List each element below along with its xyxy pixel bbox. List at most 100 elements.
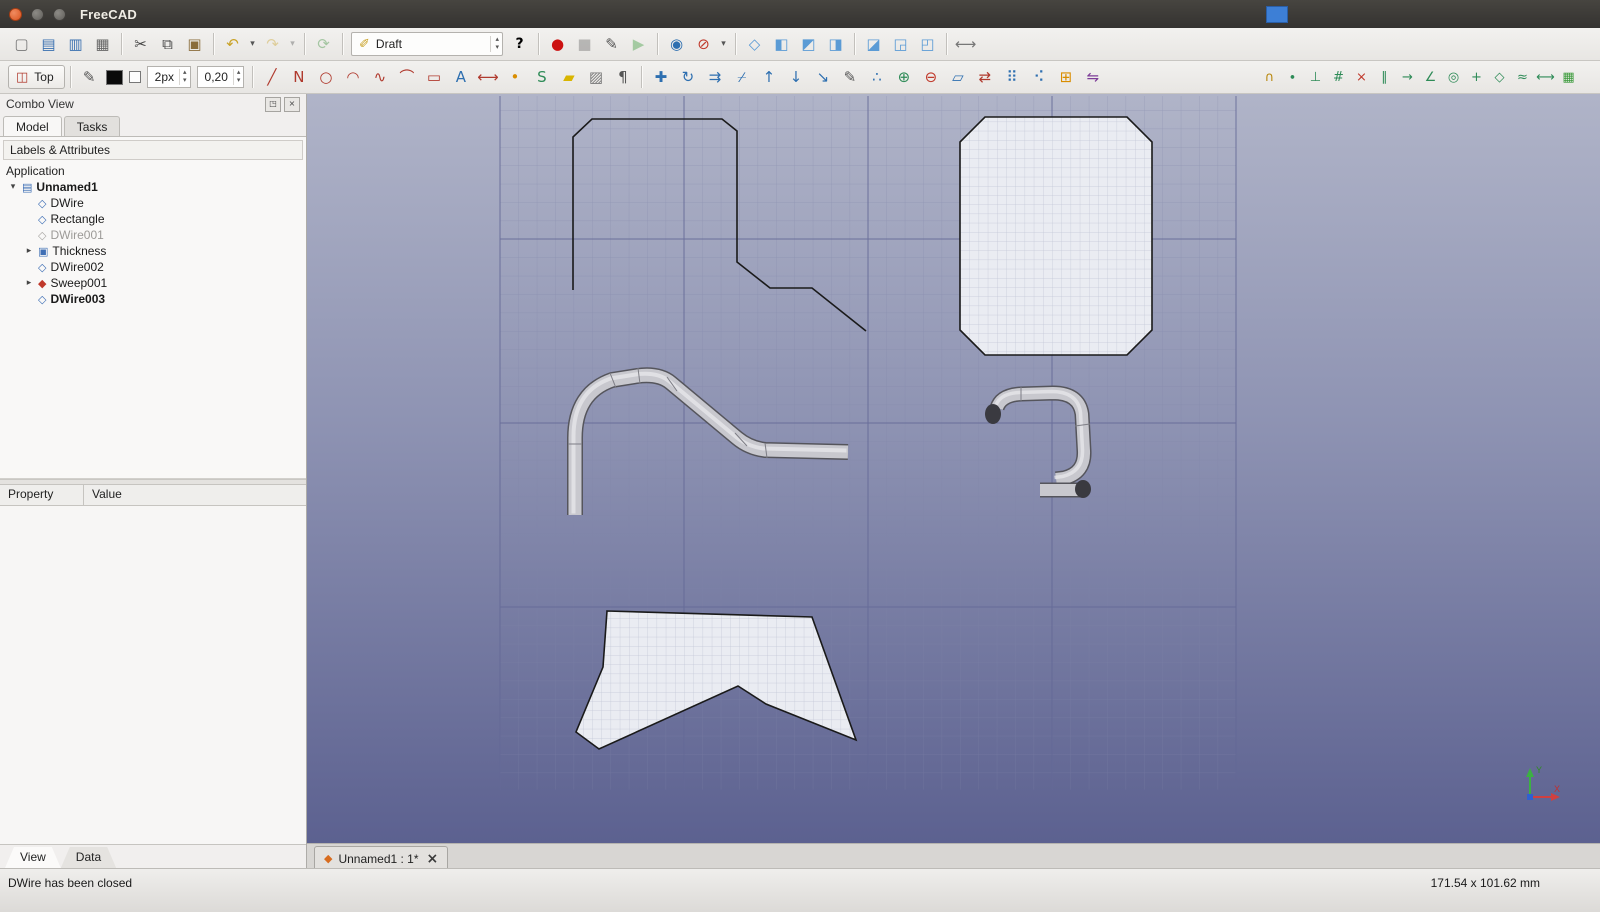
face-color-swatch[interactable] (128, 71, 141, 83)
draft-arc-button[interactable]: ◠ (339, 64, 366, 90)
right-view-button[interactable]: ◨ (822, 31, 849, 57)
draft-clone-button[interactable]: ⊞ (1052, 64, 1079, 90)
snap-parallel-button[interactable]: ∥ (1373, 64, 1396, 90)
draft-edit-button[interactable]: ✎ (836, 64, 863, 90)
workbench-selector[interactable]: ✐ Draft ▴ ▾ (351, 32, 503, 56)
draft-trimex-button[interactable]: ⌿ (728, 64, 755, 90)
draft-delpoint-button[interactable]: ⊖ (917, 64, 944, 90)
draw-style-button[interactable]: ⊘ (690, 31, 717, 57)
tree-item-unnamed1[interactable]: ▾ ▤ Unnamed1 (0, 179, 306, 195)
draft-rectangle-button[interactable]: ▭ (420, 64, 447, 90)
paste-button[interactable]: ▣ (181, 31, 208, 57)
draw-style-dropdown-button[interactable]: ▾ (717, 31, 730, 57)
draft-downgrade-button[interactable]: ↓ (782, 64, 809, 90)
draft-array-button[interactable]: ⠿ (998, 64, 1025, 90)
snap-grid-button[interactable]: # (1327, 64, 1350, 90)
draft-rotate-button[interactable]: ↻ (674, 64, 701, 90)
snap-special-button[interactable]: ◇ (1488, 64, 1511, 90)
octagon-face[interactable] (959, 116, 1153, 356)
working-plane-button[interactable]: ◫ Top (8, 65, 65, 89)
left-view-button[interactable]: ◰ (914, 31, 941, 57)
redo-button[interactable]: ↷ (259, 31, 286, 57)
draft-upgrade-button[interactable]: ↑ (755, 64, 782, 90)
draft-circle-button[interactable]: ○ (312, 64, 339, 90)
window-close-button[interactable] (9, 7, 22, 21)
draft-line-button[interactable]: ╱ (258, 64, 285, 90)
line-color-swatch[interactable] (105, 69, 123, 85)
close-panel-button[interactable]: × (284, 96, 300, 112)
draft-tray-pen-button[interactable]: ✎ (76, 64, 103, 90)
tree-expander[interactable]: ▸ (24, 246, 34, 256)
tab-tasks[interactable]: Tasks (63, 116, 121, 136)
draft-move-button[interactable]: ✚ (647, 64, 674, 90)
rear-view-button[interactable]: ◪ (860, 31, 887, 57)
snap-perpendicular-button[interactable]: ⊥ (1304, 64, 1327, 90)
draft-mirror-button[interactable]: ⇋ (1079, 64, 1106, 90)
draft-hatch-button[interactable]: ▨ (582, 64, 609, 90)
snap-near-button[interactable]: ≈ (1511, 64, 1534, 90)
draft-text-button[interactable]: A (447, 64, 474, 90)
workbench-selector-arrows[interactable]: ▴ ▾ (490, 36, 499, 52)
save-button[interactable]: ▥ (62, 31, 89, 57)
bottom-view-button[interactable]: ◲ (887, 31, 914, 57)
3d-viewport[interactable]: Y X (307, 94, 1600, 843)
draft-to-sketch-button[interactable]: ⇄ (971, 64, 998, 90)
axonometric-view-button[interactable]: ◇ (741, 31, 768, 57)
redo-dropdown-button[interactable]: ▾ (286, 31, 299, 57)
fit-all-button[interactable]: ◉ (663, 31, 690, 57)
macro-edit-button[interactable]: ✎ (598, 31, 625, 57)
tree-expander[interactable]: ▾ (8, 182, 18, 192)
tab-data[interactable]: Data (61, 847, 116, 868)
top-view-button[interactable]: ◩ (795, 31, 822, 57)
draft-addpoint-button[interactable]: ⊕ (890, 64, 917, 90)
line-width-control[interactable]: 2px ▴ ▾ (146, 66, 191, 88)
snap-lock-button[interactable]: ∩ (1258, 64, 1281, 90)
draft-facebinder-button[interactable]: ▰ (555, 64, 582, 90)
front-view-button[interactable]: ◧ (768, 31, 795, 57)
tree-item-dwire002[interactable]: ◇ DWire002 (0, 259, 306, 275)
tree-item-dwire[interactable]: ◇ DWire (0, 195, 306, 211)
macro-play-button[interactable]: ▶ (625, 31, 652, 57)
tree-expander[interactable]: ▸ (24, 278, 34, 288)
window-maximize-button[interactable] (53, 7, 66, 21)
tree-item-dwire003[interactable]: ◇ DWire003 (0, 291, 306, 307)
tree-item-rectangle[interactable]: ◇ Rectangle (0, 211, 306, 227)
undo-dropdown-button[interactable]: ▾ (246, 31, 259, 57)
whats-this-button[interactable]: ? (506, 31, 533, 57)
toggle-grid-button[interactable]: ▦ (1557, 64, 1580, 90)
snap-extension-button[interactable]: → (1396, 64, 1419, 90)
print-button[interactable]: ▦ (89, 31, 116, 57)
draft-bezier-button[interactable]: ⌒ (393, 64, 420, 90)
undock-panel-button[interactable]: ◳ (265, 96, 281, 112)
tab-model[interactable]: Model (3, 116, 62, 136)
draft-patharray-button[interactable]: ⠪ (1025, 64, 1052, 90)
tree-item-sweep001[interactable]: ▸ ◆ Sweep001 (0, 275, 306, 291)
snap-ortho-button[interactable]: + (1465, 64, 1488, 90)
refresh-button[interactable]: ⟳ (310, 31, 337, 57)
tree-item-thickness[interactable]: ▸ ▣ Thickness (0, 243, 306, 259)
snap-angle-button[interactable]: ∠ (1419, 64, 1442, 90)
snap-endpoint-button[interactable]: ∙ (1281, 64, 1304, 90)
draft-shape2dview-button[interactable]: ▱ (944, 64, 971, 90)
undo-button[interactable]: ↶ (219, 31, 246, 57)
draft-scale-button[interactable]: ↘ (809, 64, 836, 90)
draft-annotation-button[interactable]: ¶ (609, 64, 636, 90)
document-tab[interactable]: ◆ Unnamed1 : 1* × (314, 846, 449, 870)
copy-button[interactable]: ⧉ (154, 31, 181, 57)
tree-item-dwire001[interactable]: ◇ DWire001 (0, 227, 306, 243)
snap-dimensions-button[interactable]: ⟷ (1534, 64, 1557, 90)
cut-button[interactable]: ✂ (127, 31, 154, 57)
draft-shapestring-button[interactable]: S (528, 64, 555, 90)
snap-center-button[interactable]: ◎ (1442, 64, 1465, 90)
line-width-arrows[interactable]: ▴ ▾ (179, 69, 187, 85)
draft-wire-button[interactable]: N (285, 64, 312, 90)
macro-stop-button[interactable]: ■ (571, 31, 598, 57)
close-tab-icon[interactable]: × (427, 851, 439, 867)
draft-dimension-button[interactable]: ⟷ (474, 64, 501, 90)
draft-point-button[interactable]: • (501, 64, 528, 90)
measure-distance-button[interactable]: ⟷ (952, 31, 979, 57)
macro-record-button[interactable]: ● (544, 31, 571, 57)
draft-bspline-button[interactable]: ∿ (366, 64, 393, 90)
value-column-header[interactable]: Value (84, 485, 306, 505)
text-scale-arrows[interactable]: ▴ ▾ (232, 69, 240, 85)
